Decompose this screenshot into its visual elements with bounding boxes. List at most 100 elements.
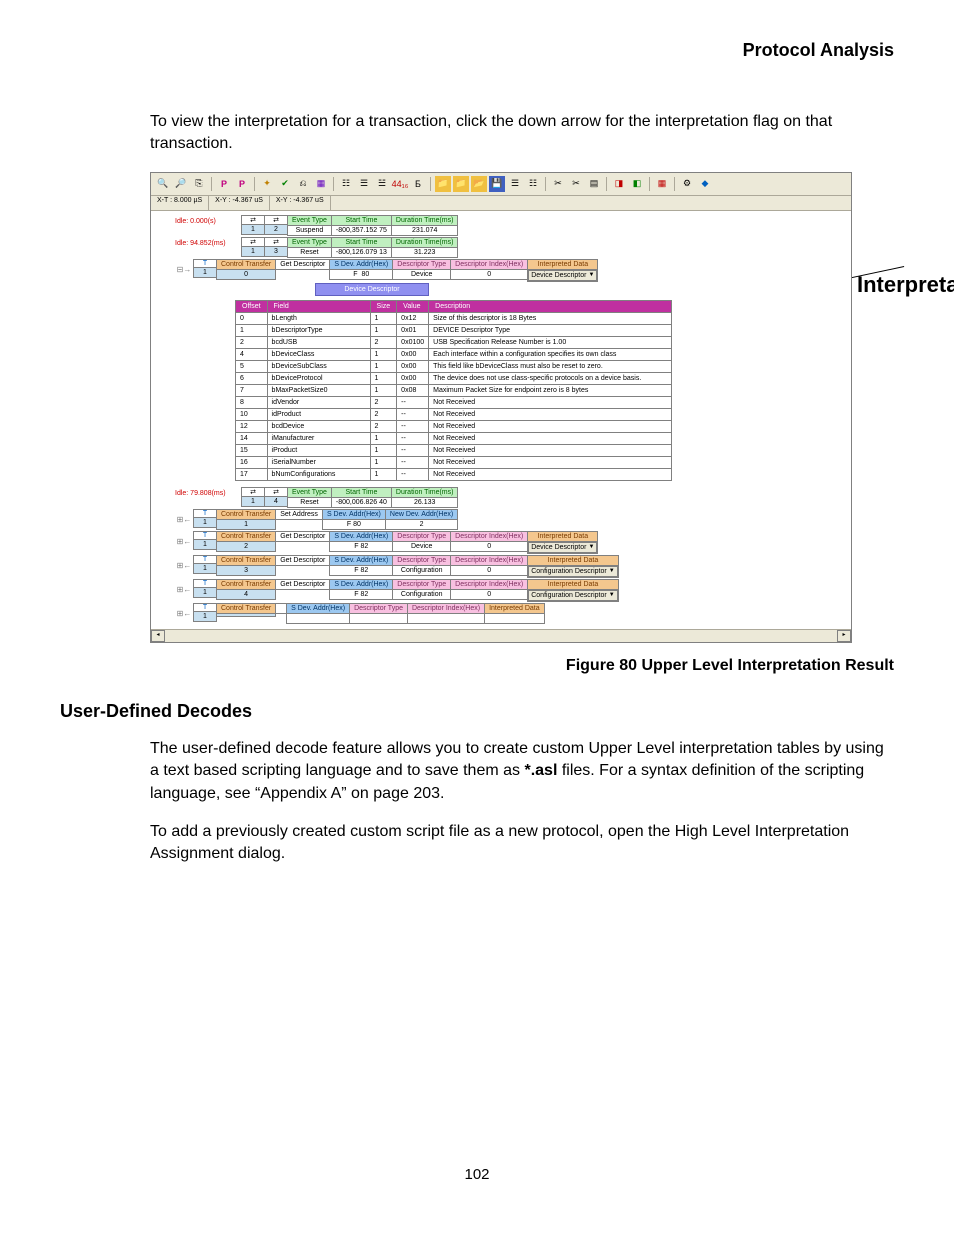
table-cell: Maximum Packet Size for endpoint zero is…	[429, 384, 672, 396]
table-row: 5bDeviceSubClass10x00This field like bDe…	[236, 360, 672, 372]
table-row: 7bMaxPacketSize010x08Maximum Packet Size…	[236, 384, 672, 396]
p-icon[interactable]: P	[234, 176, 250, 192]
value-cell: Suspend	[287, 225, 332, 236]
tree-expand-icon[interactable]: ⊞←	[175, 579, 193, 601]
value-cell: 0	[450, 269, 528, 280]
table-row: 12bcdDevice2--Not Received	[236, 420, 672, 432]
interpretation-dropdown[interactable]: Configuration Descriptor▼	[527, 565, 618, 578]
table-cell: 2	[370, 396, 397, 408]
tool-icon[interactable]: ▦	[654, 176, 670, 192]
table-cell: --	[397, 420, 429, 432]
table-cell: Not Received	[429, 456, 672, 468]
interpretation-dropdown[interactable]: Device Descriptor▼	[527, 269, 598, 282]
page-header: Protocol Analysis	[60, 40, 894, 61]
table-cell: 15	[236, 444, 268, 456]
scroll-left-icon[interactable]: ◂	[151, 630, 165, 642]
interpretation-dropdown[interactable]: Configuration Descriptor▼	[527, 589, 618, 602]
tool-icon[interactable]: ◨	[611, 176, 627, 192]
tool-icon[interactable]: ☱	[374, 176, 390, 192]
table-cell: 1	[370, 456, 397, 468]
control-transfer-row: ⊟→ T1 Control Transfer0 Get Descriptor S…	[175, 259, 847, 281]
value-cell: 31.223	[391, 247, 459, 258]
control-transfer-row: ⊞← T1 Control Transfer S Dev. Addr(Hex) …	[175, 603, 847, 623]
table-cell: 1	[370, 312, 397, 324]
folder-icon[interactable]: 📁	[435, 176, 451, 192]
table-cell: --	[397, 432, 429, 444]
p-icon[interactable]: P	[216, 176, 232, 192]
tree-expand-icon[interactable]: ⊞←	[175, 603, 193, 623]
table-cell: 5	[236, 360, 268, 372]
table-row: 1bDescriptorType10x01DEVICE Descriptor T…	[236, 324, 672, 336]
gear-icon[interactable]: ⚙	[679, 176, 695, 192]
seq-cell: 3	[264, 246, 288, 257]
value-cell: 231.074	[391, 225, 459, 236]
tool-icon[interactable]: ✂	[550, 176, 566, 192]
body-paragraph: To add a previously created custom scrip…	[150, 821, 894, 866]
folder-icon[interactable]: 📂	[471, 176, 487, 192]
table-cell: bcdDevice	[267, 420, 370, 432]
save-icon[interactable]: 💾	[489, 176, 505, 192]
tool-icon[interactable]: 🔎	[173, 176, 189, 192]
page-number: 102	[60, 1166, 894, 1183]
table-cell: 2	[370, 408, 397, 420]
col-header: Description	[429, 300, 672, 312]
col-header: Value	[397, 300, 429, 312]
table-cell: 0x01	[397, 324, 429, 336]
tree-expand-icon[interactable]: ⊞←	[175, 509, 193, 529]
tool-icon[interactable]: ⎘	[191, 176, 207, 192]
tool-icon[interactable]: ◆	[697, 176, 713, 192]
table-cell: 1	[370, 348, 397, 360]
table-cell: 2	[370, 336, 397, 348]
tool-icon[interactable]: ◧	[629, 176, 645, 192]
table-cell: --	[397, 468, 429, 480]
intro-paragraph: To view the interpretation for a transac…	[150, 111, 894, 156]
table-cell: 0x08	[397, 384, 429, 396]
table-cell: iProduct	[267, 444, 370, 456]
table-row: 0bLength10x12Size of this descriptor is …	[236, 312, 672, 324]
tool-icon[interactable]: ▦	[313, 176, 329, 192]
folder-icon[interactable]: 📁	[453, 176, 469, 192]
table-cell: 0x0100	[397, 336, 429, 348]
table-cell: Not Received	[429, 408, 672, 420]
tree-expand-icon[interactable]: ⊞←	[175, 531, 193, 553]
tree-expand-icon[interactable]: ⊞←	[175, 555, 193, 577]
table-cell: USB Specification Release Number is 1.00	[429, 336, 672, 348]
control-transfer-row: ⊞← T1 Control Transfer3 Get Descriptor S…	[175, 555, 847, 577]
table-cell: 10	[236, 408, 268, 420]
table-cell: DEVICE Descriptor Type	[429, 324, 672, 336]
chevron-down-icon[interactable]: ▼	[588, 272, 594, 278]
tool-icon[interactable]: ⎌	[295, 176, 311, 192]
table-row: 2bcdUSB20x0100USB Specification Release …	[236, 336, 672, 348]
value-cell: Device	[392, 269, 451, 280]
event-row: Idle: 0.000(s) ⇄1 ⇄2 Event TypeSuspend S…	[175, 215, 847, 235]
tool-icon[interactable]: ✦	[259, 176, 275, 192]
tool-icon[interactable]: ▤	[586, 176, 602, 192]
seq-cell: 4	[264, 496, 288, 507]
table-row: 15iProduct1--Not Received	[236, 444, 672, 456]
scroll-right-icon[interactable]: ▸	[837, 630, 851, 642]
value-cell: -800,357.152 75	[331, 225, 392, 236]
table-cell: 1	[370, 384, 397, 396]
tool-icon[interactable]: 44₁₆	[392, 176, 408, 192]
tool-icon[interactable]: ✔	[277, 176, 293, 192]
table-cell: 4	[236, 348, 268, 360]
toolbar: 🔍 🔎 ⎘ P P ✦ ✔ ⎌ ▦ ☷ ☰ ☱ 44₁₆ Б 📁 📁 📂 💾 ☰…	[151, 173, 851, 196]
col-header: Size	[370, 300, 397, 312]
table-cell: 1	[370, 444, 397, 456]
tool-icon[interactable]: ☰	[356, 176, 372, 192]
table-cell: 0	[236, 312, 268, 324]
tool-icon[interactable]: ☷	[338, 176, 354, 192]
tool-icon[interactable]: ☷	[525, 176, 541, 192]
tool-icon[interactable]: 🔍	[155, 176, 171, 192]
tool-icon[interactable]: Б	[410, 176, 426, 192]
table-cell: 1	[370, 360, 397, 372]
tool-icon[interactable]: ✂	[568, 176, 584, 192]
table-cell: This field like bDeviceClass must also b…	[429, 360, 672, 372]
seq-cell: 1	[193, 267, 217, 278]
table-cell: 1	[370, 468, 397, 480]
tool-icon[interactable]: ☰	[507, 176, 523, 192]
tree-expand-icon[interactable]: ⊟→	[175, 259, 193, 281]
horizontal-scrollbar[interactable]: ◂ ▸	[151, 629, 851, 642]
descriptor-table: Offset Field Size Value Description 0bLe…	[235, 300, 672, 481]
interpretation-dropdown[interactable]: Device Descriptor▼	[527, 541, 598, 554]
